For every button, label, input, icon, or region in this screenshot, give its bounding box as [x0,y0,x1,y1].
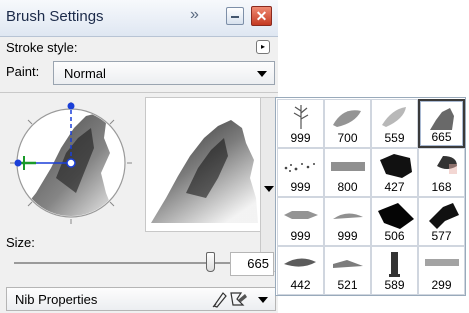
brush-tip-item[interactable]: 521 [324,246,371,295]
brush-tip-size: 299 [431,278,452,292]
size-input[interactable]: 665 [230,252,274,276]
brush-tip-size: 999 [290,131,311,145]
stroke-style-expand-icon[interactable]: ▸ [256,40,270,54]
brush-tip-item[interactable]: 559 [371,99,418,148]
brush-tip-item[interactable]: 999 [324,197,371,246]
brush-tip-thumbnail [389,252,400,277]
panel-titlebar: Brush Settings » ✕ [0,0,278,37]
brush-settings-panel: Brush Settings » ✕ Stroke style: ▸ Paint… [0,0,278,313]
brush-tip-thumbnail [429,203,459,229]
brush-tip-thumbnail [284,211,318,219]
close-icon[interactable]: ✕ [251,6,272,26]
brush-tip-thumbnail [333,260,363,268]
brush-angle-dial[interactable] [6,98,136,228]
brush-tip-size: 999 [290,180,311,194]
brush-preview-image [151,120,258,223]
brush-tip-size: 999 [290,229,311,243]
nib-properties-label: Nib Properties [15,292,98,307]
brush-tip-size: 589 [384,278,405,292]
brush-tip-thumbnail [382,107,406,127]
minimize-icon[interactable] [226,7,244,25]
brush-tip-item[interactable]: 168 [418,148,465,197]
brush-tip-thumbnail [430,108,454,130]
brush-tip-item[interactable]: 700 [324,99,371,148]
brush-tip-item[interactable]: 999 [277,148,324,197]
brush-tip-item[interactable]: 665 [418,99,465,148]
brush-tip-size: 800 [337,180,358,194]
brush-tip-thumbnail [437,156,457,174]
paint-label: Paint: [6,64,40,79]
brush-tip-item[interactable]: 800 [324,148,371,197]
brush-tip-item[interactable]: 577 [418,197,465,246]
divider [0,92,278,93]
brush-gallery-toggle[interactable] [260,97,276,272]
chevron-down-icon [257,71,267,77]
size-slider-track[interactable] [14,262,232,264]
brush-tip-item[interactable]: 589 [371,246,418,295]
brush-tip-size: 665 [431,130,452,144]
paint-dropdown-value: Normal [64,66,106,81]
chevron-down-icon [258,297,268,303]
brush-tip-thumbnail [293,105,309,129]
brush-tip-size: 168 [431,180,452,194]
brush-gallery: 999 700 559 665 999 800 427 168 999 999 506 577 442 5… [275,97,466,296]
panel-title: Brush Settings [6,8,104,25]
stroke-style-label: Stroke style: [6,40,78,55]
brush-tip-thumbnail [378,203,414,229]
brush-tip-size: 427 [384,180,405,194]
pen-nib-icons[interactable] [211,290,251,312]
brush-tip-thumbnail [380,154,412,178]
brush-tip-size: 999 [337,229,358,243]
size-label: Size: [6,235,35,250]
brush-tip-size: 559 [384,131,405,145]
brush-tip-thumbnail [331,162,365,171]
brush-tip-size: 577 [431,229,452,243]
chevron-down-icon [264,186,274,192]
brush-tip-thumbnail [333,110,361,127]
brush-tip-size: 506 [384,229,405,243]
brush-tip-thumbnail [425,259,459,266]
brush-tip-item[interactable]: 442 [277,246,324,295]
brush-tip-item[interactable]: 999 [277,197,324,246]
size-slider-thumb[interactable] [206,252,216,272]
paint-dropdown[interactable]: Normal [53,61,275,85]
brush-tip-size: 521 [337,278,358,292]
brush-tip-size: 442 [290,278,311,292]
brush-tip-thumbnail [333,213,363,219]
brush-tip-item[interactable]: 506 [371,197,418,246]
pen-nib-icon [212,292,247,308]
brush-tip-item[interactable]: 427 [371,148,418,197]
brush-tip-item[interactable]: 999 [277,99,324,148]
double-chevron-icon[interactable]: » [190,6,199,24]
brush-preview [145,97,261,232]
nib-properties-bar[interactable]: Nib Properties [6,287,276,311]
brush-tip-thumbnail [284,258,316,267]
brush-tip-item[interactable]: 299 [418,246,465,295]
brush-tip-thumbnail [284,163,315,172]
brush-tip-size: 700 [337,131,358,145]
